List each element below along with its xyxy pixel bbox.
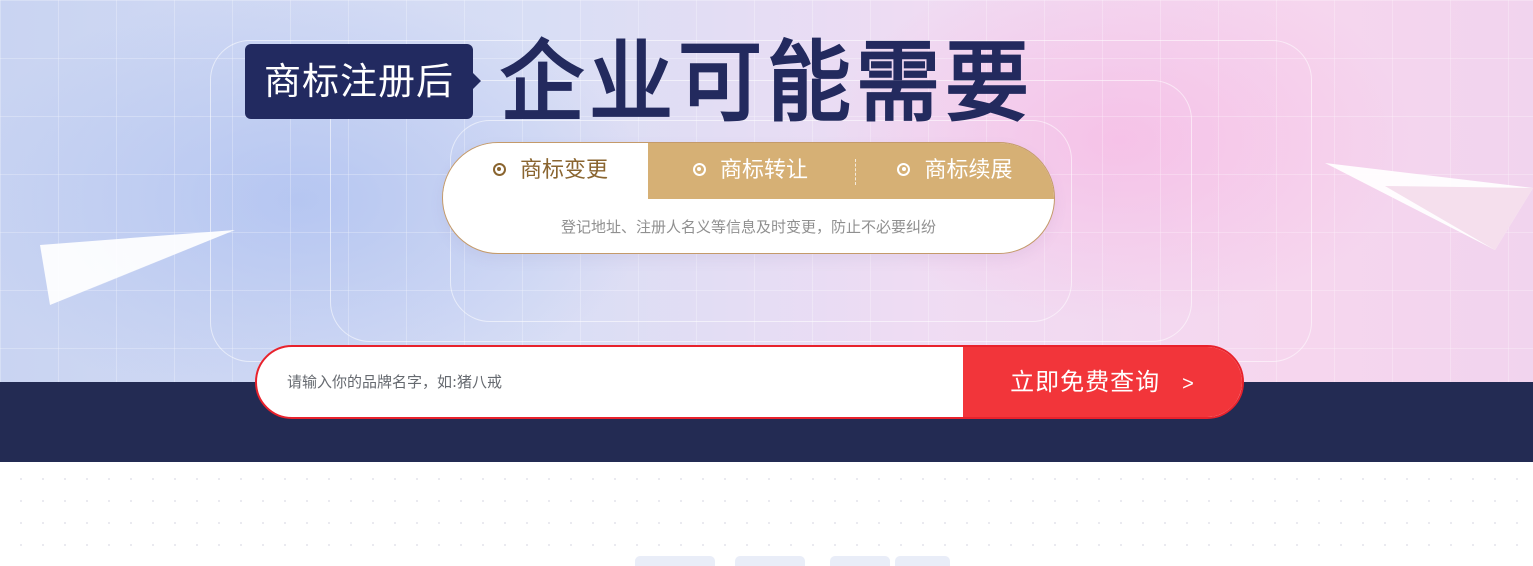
paper-plane-left-icon: [40, 230, 235, 305]
tab-trademark-change[interactable]: 商标变更: [443, 143, 648, 199]
service-tabs-card: 商标变更 商标转让 商标续展 登记地址、注册人名义等信息及时变更，防止不必要纠纷: [442, 142, 1055, 254]
tab-label: 商标续展: [924, 158, 1013, 183]
tab-trademark-renewal[interactable]: 商标续展: [855, 143, 1054, 199]
tab-description: 登记地址、注册人名义等信息及时变更，防止不必要纠纷: [560, 218, 936, 236]
tab-label: 商标转让: [719, 158, 808, 183]
brand-search-bar: 立即免费查询 >: [255, 345, 1244, 419]
next-section-hint: [635, 556, 715, 566]
dotted-background: [0, 462, 1533, 564]
tab-label: 商标变更: [519, 158, 608, 183]
badge-pointer: [471, 71, 481, 91]
chevron-right-icon: >: [1182, 373, 1195, 395]
radio-ring-icon: [897, 162, 911, 176]
search-button-label: 立即免费查询: [1010, 369, 1161, 396]
next-section-hint: [895, 556, 950, 566]
free-search-button[interactable]: 立即免费查询 >: [963, 347, 1242, 417]
next-section-hint: [830, 556, 890, 566]
paper-plane-right-icon: [1325, 163, 1533, 250]
hero-headline: 企业可能需要: [500, 31, 1035, 134]
brand-search-input[interactable]: [257, 347, 963, 417]
radio-ring-icon: [492, 162, 506, 176]
radio-ring-icon: [692, 162, 706, 176]
next-section-hint: [735, 556, 805, 566]
hero-badge: 商标注册后: [245, 44, 473, 119]
tab-trademark-transfer[interactable]: 商标转让: [648, 143, 853, 199]
